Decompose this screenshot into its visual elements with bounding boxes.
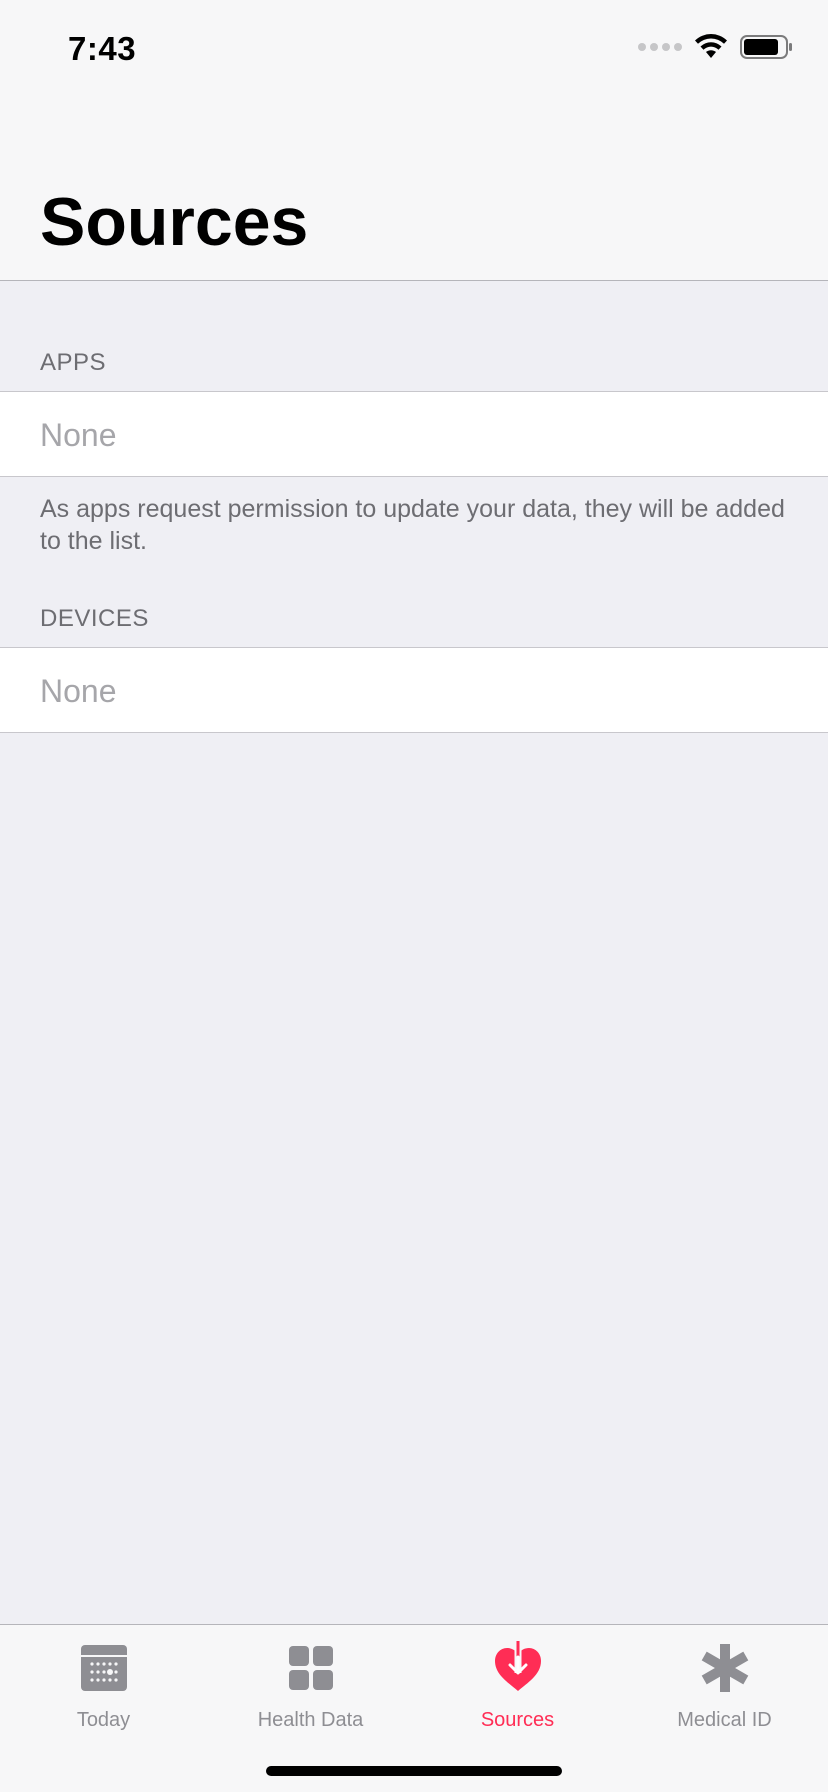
status-time: 7:43 (68, 30, 137, 67)
devices-empty-label: None (40, 673, 117, 709)
tab-health-data[interactable]: Health Data (207, 1625, 414, 1735)
wifi-icon (695, 34, 727, 58)
calendar-icon (80, 1645, 127, 1691)
grid-icon (288, 1646, 333, 1690)
battery-icon (740, 35, 792, 59)
cellular-signal-icon (638, 43, 682, 51)
home-indicator[interactable] (266, 1766, 562, 1776)
navigation-header: Sources (0, 100, 828, 281)
tab-today[interactable]: Today (0, 1625, 207, 1735)
apps-section-footer: As apps request permission to update you… (40, 495, 785, 555)
page-title: Sources (40, 184, 309, 260)
tab-medical-id-label: Medical ID (677, 1709, 772, 1731)
status-icons (638, 34, 794, 60)
apps-empty-label: None (40, 417, 117, 453)
tab-sources[interactable]: Sources (414, 1625, 621, 1735)
devices-section-header: DEVICES (40, 605, 149, 632)
tab-today-label: Today (76, 1709, 131, 1731)
status-bar: 7:43 (0, 0, 828, 100)
tab-health-data-label: Health Data (257, 1709, 364, 1731)
tab-sources-label: Sources (480, 1709, 555, 1731)
apps-section-header: APPS (40, 349, 107, 376)
devices-empty-cell: None (0, 647, 828, 733)
asterisk-icon (701, 1644, 748, 1692)
apps-empty-cell: None (0, 391, 828, 477)
tab-medical-id[interactable]: Medical ID (621, 1625, 828, 1735)
heart-arrow-icon (494, 1641, 541, 1691)
